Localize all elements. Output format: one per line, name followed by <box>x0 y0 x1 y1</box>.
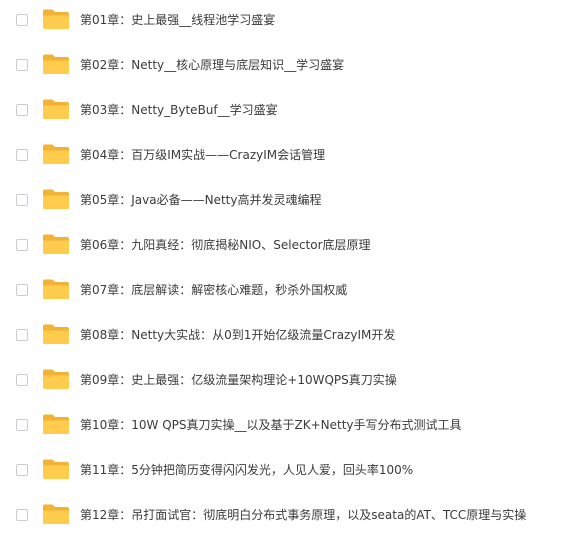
folder-icon <box>43 504 69 524</box>
folder-icon <box>43 99 69 119</box>
folder-icon <box>43 414 69 434</box>
folder-icon <box>43 279 69 299</box>
select-checkbox[interactable] <box>16 374 28 386</box>
folder-icon <box>43 459 69 479</box>
list-item[interactable]: 第03章：Netty_ByteBuf__学习盛宴 <box>0 90 564 135</box>
folder-name[interactable]: 第07章：底层解读：解密核心难题，秒杀外国权威 <box>80 281 347 299</box>
list-item[interactable]: 第11章：5分钟把简历变得闪闪发光，人见人爱，回头率100% <box>0 450 564 495</box>
list-item[interactable]: 第12章：吊打面试官：彻底明白分布式事务原理，以及seata的AT、TCC原理与… <box>0 495 564 540</box>
folder-name[interactable]: 第06章：九阳真经：彻底揭秘NIO、Selector底层原理 <box>80 236 371 254</box>
folder-name[interactable]: 第03章：Netty_ByteBuf__学习盛宴 <box>80 101 278 119</box>
select-checkbox[interactable] <box>16 329 28 341</box>
select-checkbox[interactable] <box>16 419 28 431</box>
list-item[interactable]: 第05章：Java必备——Netty高并发灵魂编程 <box>0 180 564 225</box>
folder-name[interactable]: 第12章：吊打面试官：彻底明白分布式事务原理，以及seata的AT、TCC原理与… <box>80 506 526 524</box>
folder-name[interactable]: 第08章：Netty大实战：从0到1开始亿级流量CrazyIM开发 <box>80 326 395 344</box>
list-item[interactable]: 第08章：Netty大实战：从0到1开始亿级流量CrazyIM开发 <box>0 315 564 360</box>
folder-name[interactable]: 第02章：Netty__核心原理与底层知识__学习盛宴 <box>80 56 344 74</box>
folder-icon <box>43 234 69 254</box>
folder-name[interactable]: 第05章：Java必备——Netty高并发灵魂编程 <box>80 191 322 209</box>
list-item[interactable]: 第07章：底层解读：解密核心难题，秒杀外国权威 <box>0 270 564 315</box>
select-checkbox[interactable] <box>16 509 28 521</box>
list-item[interactable]: 第01章：史上最强__线程池学习盛宴 <box>0 0 564 45</box>
folder-icon <box>43 9 69 29</box>
select-checkbox[interactable] <box>16 149 28 161</box>
select-checkbox[interactable] <box>16 284 28 296</box>
folder-name[interactable]: 第11章：5分钟把简历变得闪闪发光，人见人爱，回头率100% <box>80 461 413 479</box>
select-checkbox[interactable] <box>16 464 28 476</box>
list-item[interactable]: 第10章：10W QPS真刀实操__以及基于ZK+Netty手写分布式测试工具 <box>0 405 564 450</box>
list-item[interactable]: 第04章：百万级IM实战——CrazyIM会话管理 <box>0 135 564 180</box>
folder-name[interactable]: 第04章：百万级IM实战——CrazyIM会话管理 <box>80 146 325 164</box>
list-item[interactable]: 第02章：Netty__核心原理与底层知识__学习盛宴 <box>0 45 564 90</box>
select-checkbox[interactable] <box>16 239 28 251</box>
folder-icon <box>43 144 69 164</box>
list-item[interactable]: 第09章：史上最强：亿级流量架构理论+10WQPS真刀实操 <box>0 360 564 405</box>
select-checkbox[interactable] <box>16 14 28 26</box>
folder-name[interactable]: 第01章：史上最强__线程池学习盛宴 <box>80 11 275 29</box>
folder-icon <box>43 369 69 389</box>
select-checkbox[interactable] <box>16 59 28 71</box>
folder-icon <box>43 189 69 209</box>
select-checkbox[interactable] <box>16 194 28 206</box>
folder-name[interactable]: 第10章：10W QPS真刀实操__以及基于ZK+Netty手写分布式测试工具 <box>80 416 462 434</box>
folder-icon <box>43 324 69 344</box>
folder-icon <box>43 54 69 74</box>
folder-name[interactable]: 第09章：史上最强：亿级流量架构理论+10WQPS真刀实操 <box>80 371 397 389</box>
list-item[interactable]: 第06章：九阳真经：彻底揭秘NIO、Selector底层原理 <box>0 225 564 270</box>
select-checkbox[interactable] <box>16 104 28 116</box>
